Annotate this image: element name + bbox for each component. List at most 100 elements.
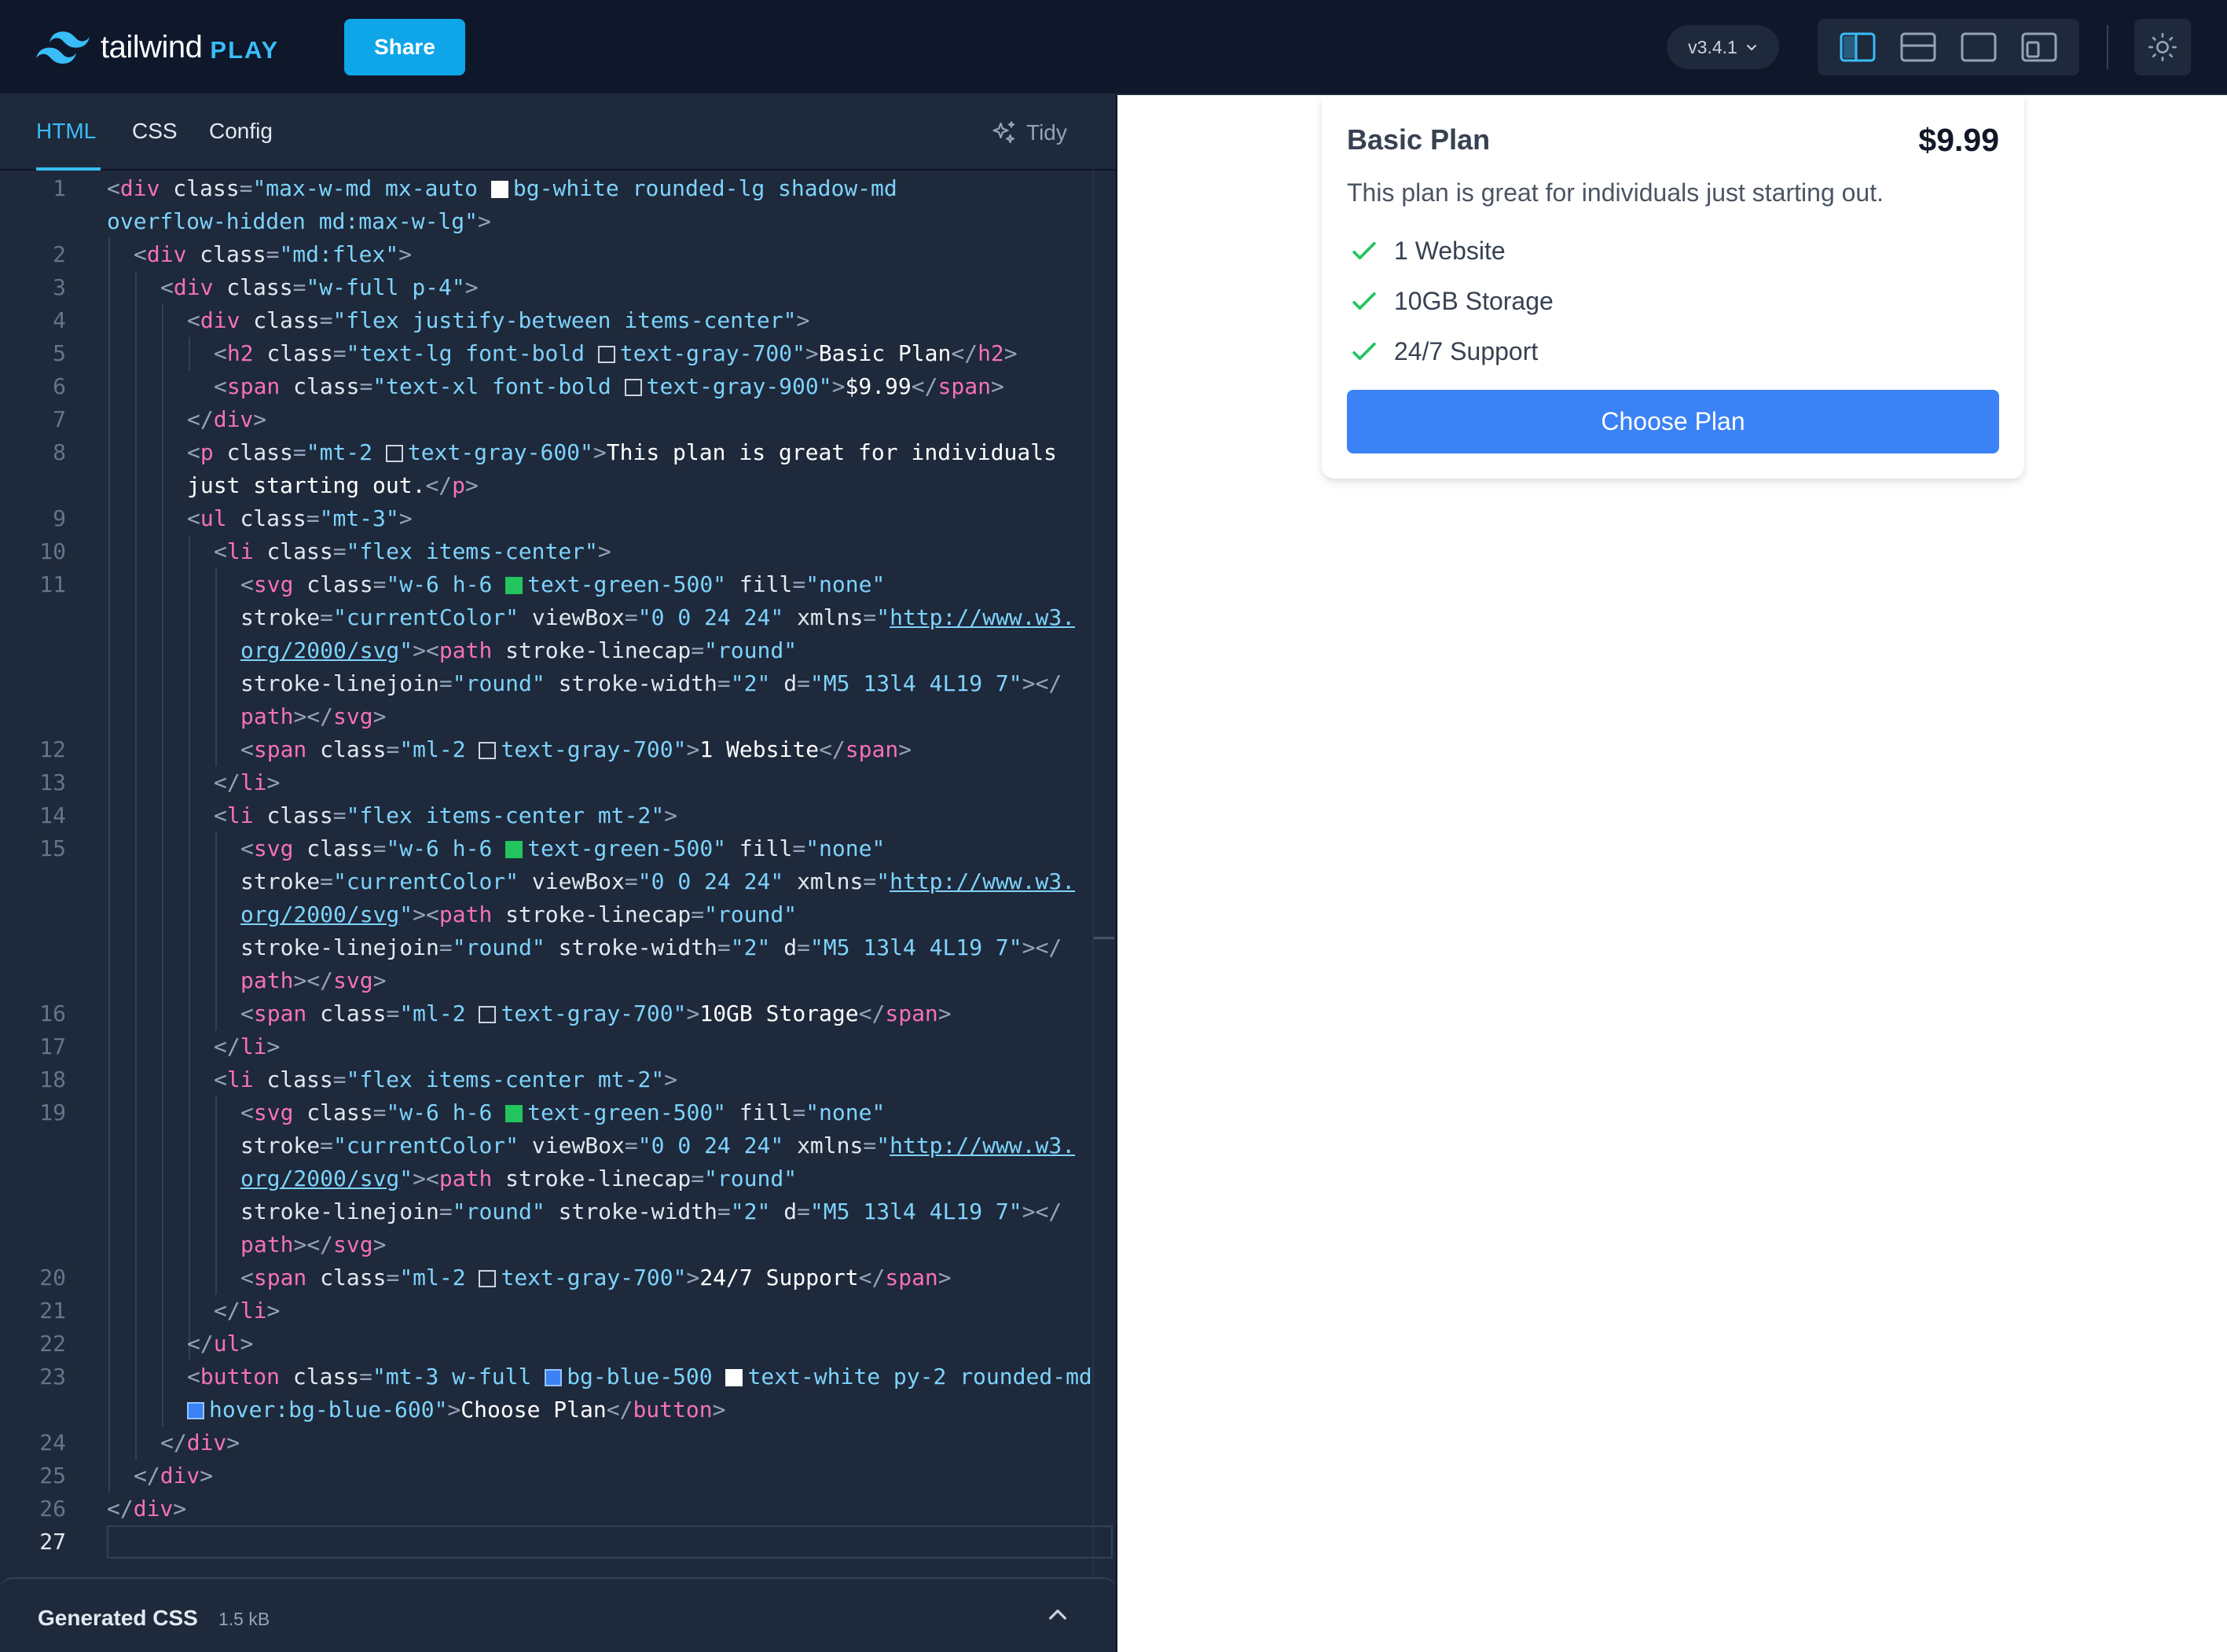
- plan-name: Basic Plan: [1347, 123, 1491, 156]
- code-line: just starting out.</p>: [187, 472, 479, 498]
- code-line: stroke="currentColor" viewBox="0 0 24 24…: [240, 868, 1076, 894]
- code-editor[interactable]: 1 2 3 4 5 6 7 8 9 10 11 12 13 14 15 16 1…: [0, 171, 1116, 1577]
- logo-play-badge: PLAY: [210, 35, 280, 64]
- app-header: tailwind PLAY Share v3.4.1: [0, 0, 2227, 95]
- code-line: </div>: [187, 406, 267, 432]
- feature-item: 10GB Storage: [1347, 284, 1554, 318]
- code-line: </li>: [214, 1033, 281, 1059]
- theme-toggle-button[interactable]: [2134, 19, 2191, 75]
- code-line: hover:bg-blue-600">Choose Plan</button>: [187, 1393, 725, 1426]
- indent-guide: [135, 271, 137, 1459]
- check-icon: [1352, 292, 1376, 310]
- code-line: <svg class="w-6 h-6 text-green-500" fill…: [240, 571, 886, 597]
- feature-label: 10GB Storage: [1394, 286, 1554, 315]
- code-line: stroke-linejoin="round" stroke-width="2"…: [240, 934, 1062, 960]
- tab-css[interactable]: CSS: [132, 119, 178, 144]
- code-line: <span class="ml-2 text-gray-700">1 Websi…: [240, 736, 912, 762]
- code-line: <span class="ml-2 text-gray-700">24/7 Su…: [240, 1265, 952, 1290]
- layout-switcher: [1818, 19, 2079, 75]
- line-number: 9: [53, 505, 66, 531]
- code-line: <li class="flex items-center mt-2">: [214, 802, 678, 828]
- tab-config[interactable]: Config: [209, 119, 273, 144]
- code-line: path></svg>: [240, 967, 387, 993]
- feature-label: 1 Website: [1394, 236, 1506, 265]
- active-line-highlight: [107, 1525, 1113, 1558]
- layout-split-horizontal-icon: [1900, 32, 1936, 62]
- line-number: 18: [39, 1066, 66, 1092]
- header-divider: [2107, 25, 2108, 69]
- editor-panel: HTML CSS Config Tidy 1 2 3 4 5 6 7 8 9 1…: [0, 95, 1116, 1652]
- code-line: stroke="currentColor" viewBox="0 0 24 24…: [240, 1133, 1076, 1158]
- layout-split-vertical-button[interactable]: [1836, 25, 1880, 69]
- choose-plan-button[interactable]: Choose Plan: [1347, 390, 1999, 453]
- line-number: 16: [39, 1000, 66, 1026]
- code-line: <svg class="w-6 h-6 text-green-500" fill…: [240, 1099, 886, 1125]
- code-line: overflow-hidden md:max-w-lg">: [107, 208, 491, 234]
- indent-guide: [215, 568, 217, 766]
- code-line: <button class="mt-3 w-full bg-blue-500 t…: [187, 1364, 1092, 1390]
- line-number: 24: [39, 1430, 66, 1456]
- line-number: 21: [39, 1298, 66, 1323]
- line-number: 26: [39, 1496, 66, 1522]
- line-number: 6: [53, 373, 66, 399]
- code-line: stroke-linejoin="round" stroke-width="2"…: [240, 1199, 1062, 1224]
- code-line: stroke="currentColor" viewBox="0 0 24 24…: [240, 604, 1076, 630]
- line-number: 8: [53, 439, 66, 465]
- tidy-label: Tidy: [1026, 120, 1067, 145]
- line-number-active: 27: [39, 1529, 66, 1555]
- line-number: 20: [39, 1265, 66, 1290]
- line-number: 13: [39, 769, 66, 795]
- tidy-button[interactable]: Tidy: [990, 119, 1067, 147]
- version-select[interactable]: v3.4.1: [1667, 25, 1779, 69]
- layout-responsive-button[interactable]: [2017, 25, 2061, 69]
- share-button[interactable]: Share: [344, 19, 465, 75]
- code-line: </ul>: [187, 1331, 254, 1356]
- check-icon: [1352, 343, 1376, 360]
- line-number: 4: [53, 307, 66, 333]
- layout-responsive-icon: [2021, 32, 2057, 62]
- line-number: 25: [39, 1463, 66, 1489]
- indent-guide: [215, 1096, 217, 1294]
- layout-preview-only-button[interactable]: [1957, 25, 2001, 69]
- logo-wordmark: tailwind: [101, 30, 203, 64]
- generated-css-size: 1.5 kB: [218, 1609, 270, 1629]
- feature-item: 24/7 Support: [1347, 334, 1538, 369]
- line-number: 22: [39, 1331, 66, 1356]
- line-number: 5: [53, 340, 66, 366]
- line-number: 23: [39, 1364, 66, 1390]
- code-line: </li>: [214, 1298, 281, 1323]
- tailwind-logo-icon: [36, 31, 90, 64]
- code-line: </div>: [107, 1496, 187, 1522]
- chevron-up-icon[interactable]: [1045, 1602, 1070, 1628]
- layout-split-horizontal-button[interactable]: [1896, 25, 1940, 69]
- pricing-card: Basic Plan $9.99 This plan is great for …: [1322, 95, 2024, 479]
- preview-panel: Basic Plan $9.99 This plan is great for …: [1116, 95, 2227, 1652]
- code-line: <h2 class="text-lg font-bold text-gray-7…: [214, 340, 1018, 366]
- line-number: 14: [39, 802, 66, 828]
- code-line: org/2000/svg"><path stroke-linecap="roun…: [240, 901, 798, 927]
- line-number: 17: [39, 1033, 66, 1059]
- code-line: <div class="w-full p-4">: [160, 274, 479, 300]
- editor-scrollbar-track[interactable]: [1092, 171, 1094, 1577]
- editor-tab-bar: HTML CSS Config Tidy: [0, 95, 1116, 171]
- line-number: 10: [39, 538, 66, 564]
- plan-description: This plan is great for individuals just …: [1347, 178, 1884, 207]
- tab-html[interactable]: HTML: [36, 119, 96, 144]
- check-icon: [1352, 242, 1376, 259]
- code-line: <span class="ml-2 text-gray-700">10GB St…: [240, 1000, 952, 1026]
- code-line: path></svg>: [240, 703, 387, 729]
- code-line: <p class="mt-2 text-gray-600">This plan …: [187, 439, 1057, 465]
- code-line: <ul class="mt-3">: [187, 505, 413, 531]
- code-line: org/2000/svg"><path stroke-linecap="roun…: [240, 637, 798, 663]
- tailwind-play-logo[interactable]: tailwind PLAY: [36, 30, 279, 65]
- editor-scrollbar-marker[interactable]: [1094, 937, 1114, 939]
- feature-item: 1 Website: [1347, 233, 1506, 268]
- generated-css-title: Generated CSS: [38, 1606, 198, 1630]
- line-number: 2: [53, 241, 66, 267]
- plan-price: $9.99: [1918, 122, 1999, 158]
- sparkles-icon: [992, 121, 1015, 144]
- indent-guide: [108, 238, 110, 1492]
- line-number: 15: [39, 835, 66, 861]
- generated-css-panel[interactable]: Generated CSS 1.5 kB: [0, 1577, 1116, 1652]
- line-number: 11: [39, 571, 66, 597]
